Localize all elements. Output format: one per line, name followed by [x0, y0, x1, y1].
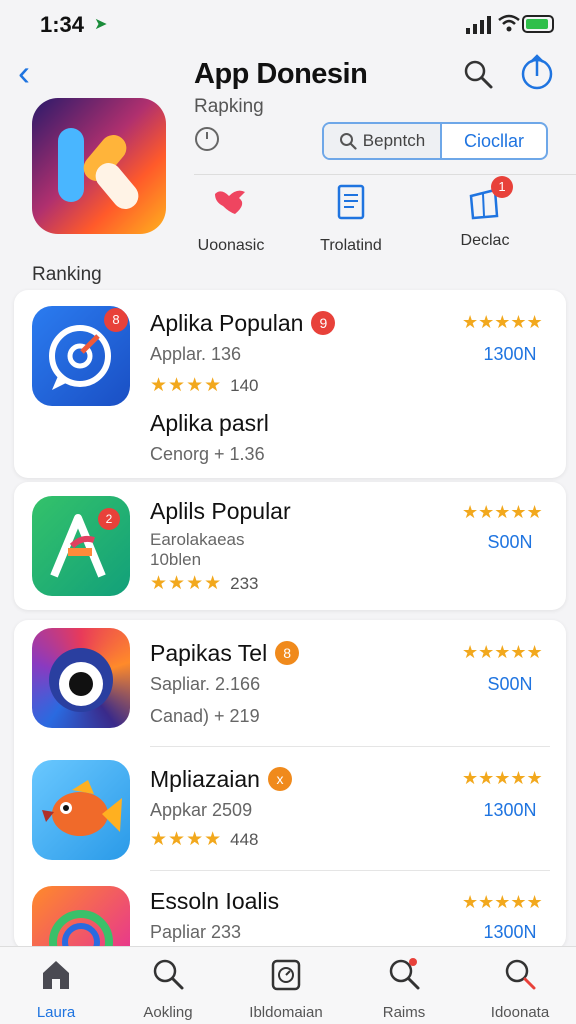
- document-icon: [337, 184, 365, 220]
- rating-count: 233: [230, 574, 259, 593]
- app-name[interactable]: Aplils Popular: [150, 498, 291, 525]
- location-icon: ➤: [94, 16, 108, 33]
- tab-bar: Laura Aokling Ibldomaian Raims Idoonata: [0, 946, 576, 1024]
- action-2-label: Trolatind: [320, 237, 382, 254]
- rating-stars: ★★★★ 140: [150, 375, 259, 396]
- rating-count: 140: [230, 376, 259, 395]
- app-name[interactable]: Mpliazaian x: [150, 766, 292, 793]
- segmented-control: Bepntch Ciocllar: [322, 122, 548, 160]
- tab-raims[interactable]: Raims: [354, 957, 454, 1021]
- action-3[interactable]: 1 Declac: [430, 176, 540, 250]
- app-icon-eye[interactable]: [32, 628, 130, 728]
- rating-count: 448: [230, 830, 259, 849]
- download-count: S00N: [487, 532, 533, 552]
- tab-domain-label: Ibldomaian: [249, 1004, 323, 1021]
- tab-home-label: Laura: [36, 1004, 76, 1021]
- segment-search-label: Bepntch: [362, 131, 426, 150]
- action-1-label: Uoonasic: [197, 237, 265, 254]
- app-badge: x: [267, 767, 292, 791]
- notification-badge: 1: [491, 176, 513, 198]
- app-icon-badge: 2: [98, 508, 120, 530]
- download-count: 1300N: [483, 344, 537, 364]
- app-icon-ring[interactable]: [32, 886, 130, 946]
- app-icon-a[interactable]: 2: [32, 496, 130, 596]
- tab-ranking[interactable]: Aokling: [118, 957, 218, 1021]
- tab-raims-label: Raims: [382, 1004, 426, 1021]
- section-title: Ranking: [32, 264, 102, 285]
- star-rating: ★★★★★: [462, 768, 543, 788]
- share-icon[interactable]: [520, 54, 554, 90]
- download-count: 1300N: [483, 922, 537, 942]
- tab-ranking-label: Aokling: [143, 1004, 193, 1021]
- app-name[interactable]: Papikas Tel 8: [150, 640, 300, 667]
- app-icon-chat[interactable]: 8: [32, 306, 130, 406]
- segment-search[interactable]: Bepntch: [324, 124, 442, 158]
- app-badge: 9: [311, 311, 336, 335]
- app-icon-fish[interactable]: [32, 760, 130, 860]
- app-sub-meta: Canad) + 219: [150, 706, 260, 726]
- segment-right[interactable]: Ciocllar: [442, 124, 546, 158]
- page-subtitle: Rapking: [194, 96, 264, 117]
- page-title: App Donesin: [194, 58, 368, 90]
- download-count: 1300N: [483, 800, 537, 820]
- app-badge: 8: [275, 641, 300, 665]
- home-icon: [43, 961, 69, 989]
- search-icon: [153, 959, 184, 990]
- battery-icon: [522, 15, 554, 33]
- status-time: 1:34: [40, 12, 85, 37]
- app-name[interactable]: Essoln Ioalis: [150, 888, 279, 915]
- action-1[interactable]: Uoonasic: [176, 182, 286, 255]
- search-icon: [339, 133, 357, 150]
- app-meta: Applar. 136: [150, 344, 242, 364]
- clock-icon: [195, 127, 219, 151]
- download-count: S00N: [487, 674, 533, 694]
- star-rating: ★★★★★: [462, 312, 543, 332]
- search-icon: [389, 958, 420, 990]
- app-meta: Cenorg + 1.36: [150, 444, 265, 464]
- rating-stars: ★★★★ 233: [150, 573, 259, 594]
- app-meta: 10blen: [150, 550, 202, 569]
- tab-home[interactable]: Laura: [6, 957, 106, 1021]
- app-logo: [32, 98, 166, 234]
- app-name[interactable]: Aplika Populan 9: [150, 310, 336, 337]
- tab-idoonata[interactable]: Idoonata: [470, 957, 570, 1021]
- action-3-label: Declac: [460, 232, 510, 249]
- heart-arrow-icon: [215, 190, 245, 214]
- star-rating: ★★★★★: [462, 502, 543, 522]
- app-icon-badge: 8: [104, 308, 128, 332]
- app-meta: Papliar 233: [150, 922, 242, 942]
- app-meta: Appkar 2509: [150, 800, 253, 820]
- wifi-icon: [498, 14, 520, 32]
- segment-right-label: Ciocllar: [463, 130, 524, 151]
- search-icon[interactable]: [462, 58, 494, 90]
- clock-doc-icon: [271, 959, 301, 991]
- action-2[interactable]: Trolatind: [296, 182, 406, 255]
- app-meta: Sapliar. 2.166: [150, 674, 261, 694]
- row-divider: [150, 746, 550, 747]
- status-bar: 1:34 ➤: [0, 0, 576, 50]
- divider: [194, 174, 576, 175]
- app-meta: Earolakaeas: [150, 530, 245, 549]
- search-icon: [505, 959, 536, 990]
- tab-domain[interactable]: Ibldomaian: [236, 957, 336, 1021]
- rating-stars: ★★★★ 448: [150, 829, 259, 850]
- star-rating: ★★★★★: [462, 892, 543, 912]
- star-rating: ★★★★★: [462, 642, 543, 662]
- signal-icon: [466, 16, 491, 34]
- back-button[interactable]: ‹: [18, 55, 52, 91]
- tab-idoonata-label: Idoonata: [490, 1004, 550, 1021]
- row-divider: [150, 870, 550, 871]
- app-name[interactable]: Aplika pasrl: [150, 410, 269, 437]
